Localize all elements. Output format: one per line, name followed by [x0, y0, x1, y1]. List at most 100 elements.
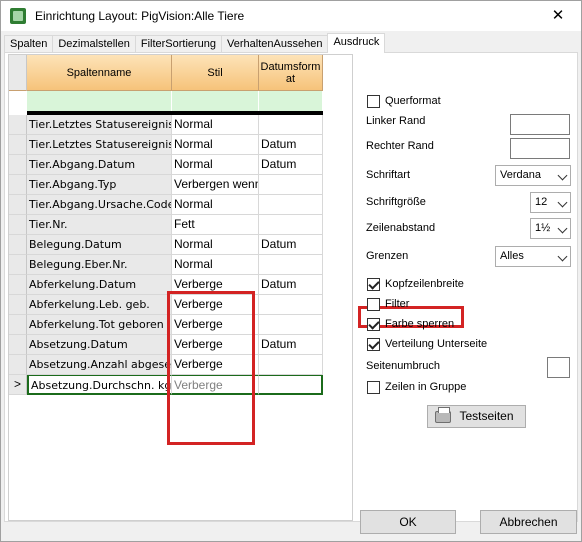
header-datumsformat[interactable]: Datumsform at	[259, 55, 323, 91]
cancel-button[interactable]: Abbrechen	[480, 510, 577, 534]
cell-stil[interactable]: Verberge	[172, 375, 259, 395]
row-header[interactable]	[9, 175, 27, 195]
grenzen-select[interactable]: Alles	[495, 246, 571, 267]
row-header[interactable]	[9, 295, 27, 315]
cell-spaltenname[interactable]: Tier.Abgang.Ursache.Code	[27, 195, 172, 215]
zeilenabstand-select[interactable]: 1½	[530, 218, 571, 239]
table-row[interactable]: Tier.Abgang.Typ Verbergen wenn	[9, 175, 323, 195]
querformat-checkbox[interactable]	[367, 95, 380, 108]
cell-stil[interactable]: Verberge	[172, 295, 259, 315]
cell-datumsformat[interactable]	[259, 355, 323, 375]
cell-datumsformat[interactable]	[259, 115, 323, 135]
cell-spaltenname[interactable]: Abferkelung.Datum	[27, 275, 172, 295]
cell-stil[interactable]: Verberge	[172, 315, 259, 335]
header-stil[interactable]: Stil	[172, 55, 259, 91]
cell-stil[interactable]: Verbergen wenn	[172, 175, 259, 195]
header-spaltenname[interactable]: Spaltenname	[27, 55, 172, 91]
table-row[interactable]: Absetzung.Anzahl abgesetzt Verberge	[9, 355, 323, 375]
cell-datumsformat[interactable]	[259, 215, 323, 235]
row-header[interactable]	[9, 255, 27, 275]
table-row[interactable]: Tier.Letztes Statusereignis.T Normal	[9, 115, 323, 135]
row-header[interactable]	[9, 135, 27, 155]
cell-spaltenname[interactable]: Abferkelung.Leb. geb.	[27, 295, 172, 315]
cell-stil[interactable]: Normal	[172, 135, 259, 155]
cell-spaltenname[interactable]: Tier.Letztes Statusereignis.T	[27, 115, 172, 135]
table-row[interactable]: Abferkelung.Datum Verberge Datum	[9, 275, 323, 295]
table-row[interactable]: Belegung.Eber.Nr. Normal	[9, 255, 323, 275]
cell-spaltenname[interactable]: Abferkelung.Tot geboren	[27, 315, 172, 335]
grid-filter-row[interactable]	[9, 91, 352, 111]
cell-spaltenname[interactable]: Belegung.Eber.Nr.	[27, 255, 172, 275]
row-header[interactable]	[9, 215, 27, 235]
cell-datumsformat[interactable]: Datum	[259, 135, 323, 155]
row-header[interactable]	[9, 355, 27, 375]
seitenumbruch-input[interactable]	[547, 357, 570, 378]
row-header[interactable]	[9, 235, 27, 255]
cell-spaltenname[interactable]: Absetzung.Durchschn. kg	[27, 375, 172, 395]
close-icon[interactable]: ✕	[535, 1, 581, 31]
schriftart-select[interactable]: Verdana	[495, 165, 571, 186]
table-row[interactable]: Tier.Abgang.Ursache.Code Normal	[9, 195, 323, 215]
cell-datumsformat[interactable]: Datum	[259, 275, 323, 295]
cell-spaltenname[interactable]: Belegung.Datum	[27, 235, 172, 255]
cell-stil[interactable]: Normal	[172, 155, 259, 175]
cell-datumsformat[interactable]: Datum	[259, 335, 323, 355]
table-row[interactable]: Tier.Abgang.Datum Normal Datum	[9, 155, 323, 175]
cell-spaltenname[interactable]: Absetzung.Datum	[27, 335, 172, 355]
row-header[interactable]	[9, 115, 27, 135]
filter-cell-datumsformat[interactable]	[259, 91, 323, 111]
rechter-rand-input[interactable]	[510, 138, 570, 159]
cell-stil[interactable]: Verberge	[172, 355, 259, 375]
cell-datumsformat[interactable]: Datum	[259, 235, 323, 255]
columns-grid[interactable]: Spaltenname Stil Datumsform at Tier.Letz…	[8, 54, 353, 521]
current-row-indicator[interactable]: >	[9, 375, 27, 395]
verteilung-unterseite-checkbox[interactable]	[367, 338, 380, 351]
table-row[interactable]: Absetzung.Datum Verberge Datum	[9, 335, 323, 355]
cell-spaltenname[interactable]: Tier.Abgang.Datum	[27, 155, 172, 175]
filter-cell-spaltenname[interactable]	[27, 91, 172, 111]
table-row[interactable]: Tier.Nr. Fett	[9, 215, 323, 235]
cell-datumsformat[interactable]: Datum	[259, 155, 323, 175]
tab-ausdruck[interactable]: Ausdruck	[327, 33, 386, 53]
cell-datumsformat[interactable]	[259, 315, 323, 335]
table-row[interactable]: Abferkelung.Tot geboren Verberge	[9, 315, 323, 335]
cell-datumsformat[interactable]	[259, 255, 323, 275]
row-header[interactable]	[9, 335, 27, 355]
table-row[interactable]: Abferkelung.Leb. geb. Verberge	[9, 295, 323, 315]
cell-datumsformat[interactable]	[259, 295, 323, 315]
cell-stil[interactable]: Normal	[172, 235, 259, 255]
tab-dezimalstellen[interactable]: Dezimalstellen	[52, 35, 136, 53]
cell-stil[interactable]: Normal	[172, 115, 259, 135]
table-row-current[interactable]: > Absetzung.Durchschn. kg Verberge	[9, 375, 323, 395]
cell-stil[interactable]: Normal	[172, 255, 259, 275]
cell-datumsformat[interactable]	[259, 175, 323, 195]
cell-stil[interactable]: Verberge	[172, 335, 259, 355]
cell-datumsformat[interactable]	[259, 195, 323, 215]
tab-spalten[interactable]: Spalten	[4, 35, 54, 53]
row-header[interactable]	[9, 195, 27, 215]
schriftgroesse-select[interactable]: 12	[530, 192, 571, 213]
row-header[interactable]	[9, 275, 27, 295]
testseiten-button[interactable]: Testseiten	[427, 405, 526, 428]
cell-datumsformat[interactable]	[259, 375, 323, 395]
cell-stil[interactable]: Verberge	[172, 275, 259, 295]
cell-stil[interactable]: Normal	[172, 195, 259, 215]
cell-stil[interactable]: Fett	[172, 215, 259, 235]
cell-spaltenname[interactable]: Tier.Nr.	[27, 215, 172, 235]
tab-verhaltenaussehen[interactable]: VerhaltenAussehen	[221, 35, 329, 53]
filter-checkbox[interactable]	[367, 298, 380, 311]
table-row[interactable]: Tier.Letztes Statusereignis.D Normal Dat…	[9, 135, 323, 155]
cell-spaltenname[interactable]: Tier.Letztes Statusereignis.D	[27, 135, 172, 155]
ok-button[interactable]: OK	[360, 510, 456, 534]
row-header[interactable]	[9, 315, 27, 335]
kopfzeilenbreite-checkbox[interactable]	[367, 278, 380, 291]
cell-spaltenname[interactable]: Tier.Abgang.Typ	[27, 175, 172, 195]
zeilen-in-gruppe-checkbox[interactable]	[367, 381, 380, 394]
linker-rand-input[interactable]	[510, 114, 570, 135]
tab-filtersortierung[interactable]: FilterSortierung	[134, 35, 223, 53]
filter-cell-stil[interactable]	[172, 91, 259, 111]
row-header[interactable]	[9, 155, 27, 175]
cell-spaltenname[interactable]: Absetzung.Anzahl abgesetzt	[27, 355, 172, 375]
table-row[interactable]: Belegung.Datum Normal Datum	[9, 235, 323, 255]
farbe-sperren-checkbox[interactable]	[367, 318, 380, 331]
